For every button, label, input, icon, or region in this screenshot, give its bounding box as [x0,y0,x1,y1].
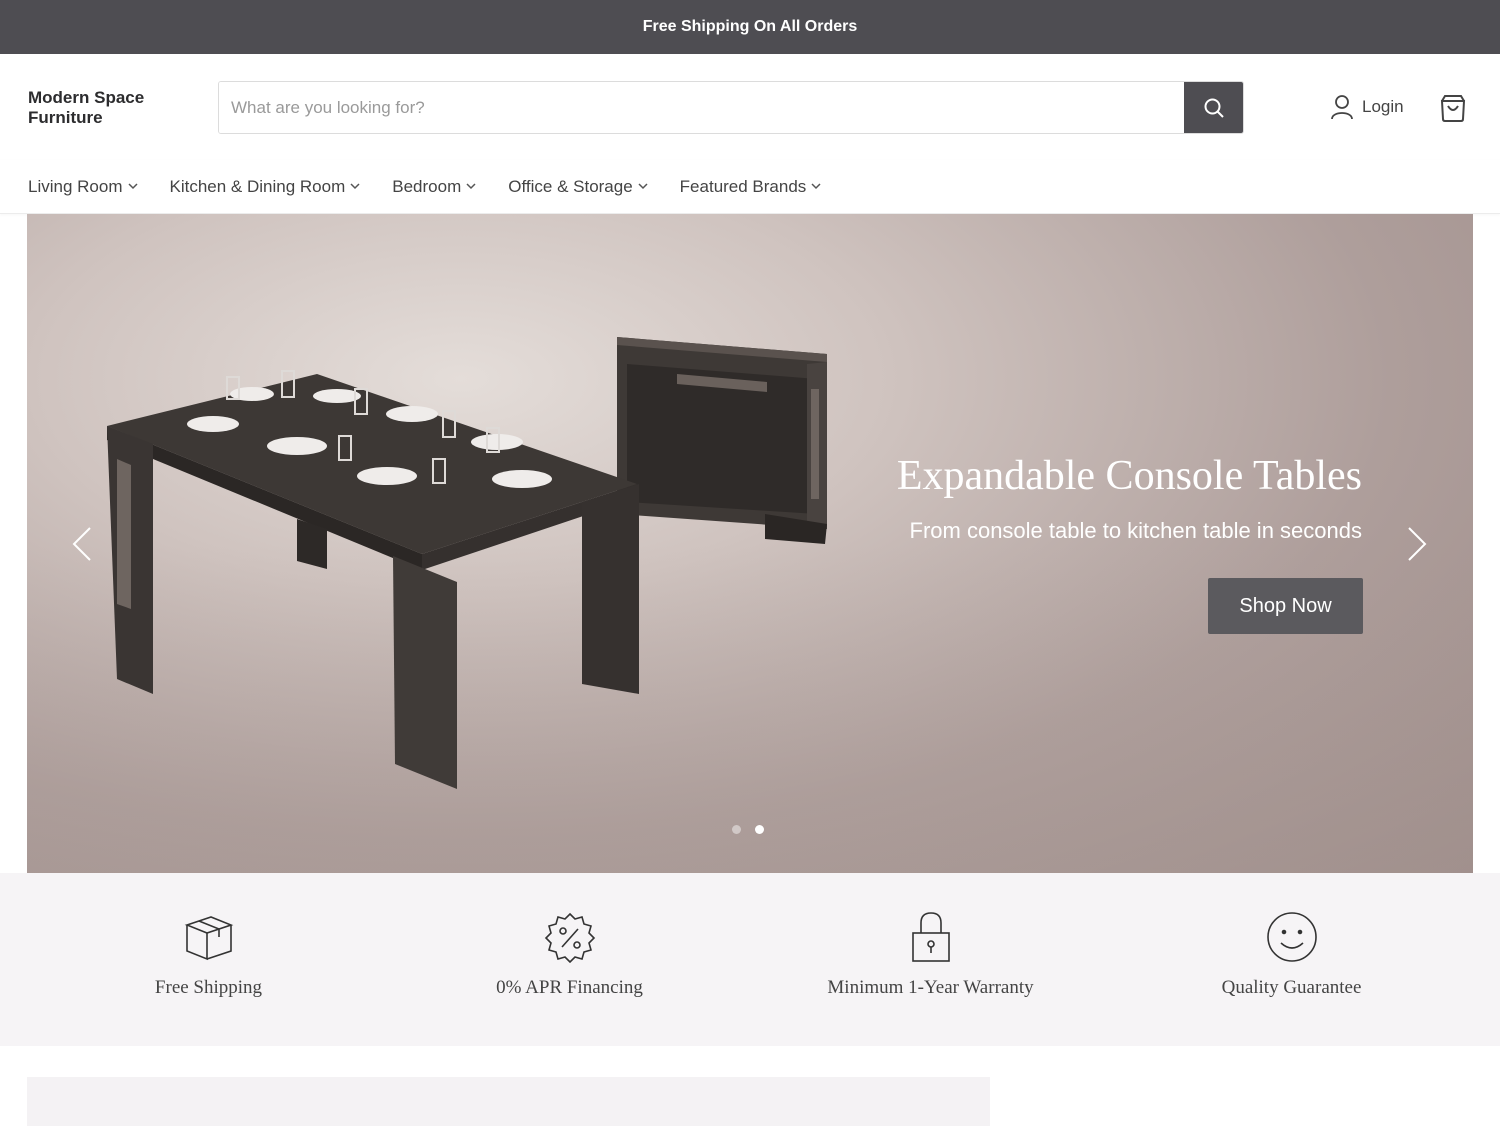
console-table-illustration [617,337,827,544]
slider-next-button[interactable] [1402,524,1432,564]
chevron-left-icon [72,527,91,561]
feature-label: 0% APR Financing [496,977,643,998]
feature-financing: 0% APR Financing [389,873,750,1046]
nav-item-living-room[interactable]: Living Room [28,177,138,197]
shop-now-button[interactable]: Shop Now [1208,578,1363,634]
chevron-down-icon [638,183,648,190]
search-input[interactable] [219,82,1184,133]
feature-warranty: Minimum 1-Year Warranty [750,873,1111,1046]
chevron-down-icon [350,183,360,190]
user-icon [1331,95,1353,120]
search-button[interactable] [1184,82,1243,133]
announcement-bar: Free Shipping On All Orders [0,0,1500,54]
hero-slider: Expandable Console Tables From console t… [27,214,1473,873]
feature-quality: Quality Guarantee [1111,873,1472,1046]
main-nav: Living Room Kitchen & Dining Room Bedroo… [0,160,1500,214]
slider-dot-1[interactable] [732,825,741,834]
nav-label: Bedroom [392,176,462,196]
nav-label: Living Room [28,176,123,196]
nav-item-bedroom[interactable]: Bedroom [392,177,476,197]
nav-item-office-storage[interactable]: Office & Storage [508,176,648,197]
login-link[interactable]: Login [1330,94,1404,120]
nav-label: Featured Brands [679,176,807,196]
smiley-icon [1266,912,1317,962]
login-label: Login [1362,97,1404,116]
search-icon [1204,98,1224,118]
site-header: Modern Space Furniture Login [0,54,1500,160]
nav-item-featured-brands[interactable]: Featured Brands [680,177,822,197]
slider-dot-2[interactable] [755,825,764,834]
dining-table-illustration [107,374,639,789]
nav-label: Kitchen & Dining Room [169,176,346,196]
chevron-down-icon [811,183,821,190]
slider-dots [732,825,764,834]
slider-prev-button[interactable] [67,524,97,564]
chevron-down-icon [466,183,476,190]
box-icon [184,916,233,961]
chevron-right-icon [1408,527,1427,561]
shopping-bag-icon [1440,95,1466,122]
features-bar: Free Shipping 0% APR Financing Minimum 1… [0,873,1500,1046]
hero-subtitle: From console table to kitchen table in s… [909,518,1362,543]
nav-item-kitchen-dining[interactable]: Kitchen & Dining Room [170,177,361,197]
nav-label: Office & Storage [508,176,633,196]
feature-label: Free Shipping [154,977,263,998]
content-placeholder [27,1077,990,1126]
chevron-down-icon [127,183,138,190]
percent-badge-icon [544,912,595,963]
feature-label: Minimum 1-Year Warranty [827,977,1034,998]
search-bar [218,81,1244,134]
announcement-text: Free Shipping On All Orders [642,18,858,35]
lock-icon [911,912,950,962]
feature-label: Quality Guarantee [1221,977,1362,998]
hero-title: Expandable Console Tables [896,453,1362,499]
cart-button[interactable] [1438,94,1468,127]
brand-logo[interactable]: Modern Space Furniture [28,88,188,128]
feature-free-shipping: Free Shipping [28,873,389,1046]
